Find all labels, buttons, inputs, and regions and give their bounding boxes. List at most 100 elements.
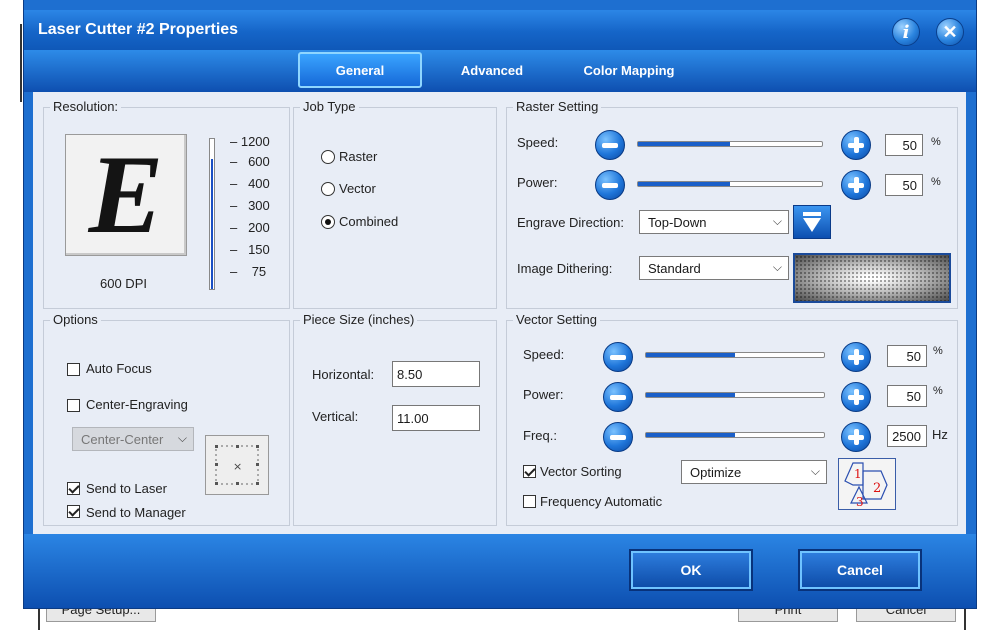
piece-size-group: Piece Size (inches) Horizontal: 8.50 Ver… <box>293 312 497 526</box>
center-position-value: Center-Center <box>81 431 164 447</box>
send-to-manager-label: Send to Manager <box>86 505 186 520</box>
vector-sorting-label: Vector Sorting <box>540 464 622 479</box>
raster-power-slider[interactable] <box>637 181 823 187</box>
engrave-direction-select[interactable]: Top-Down ⌵ <box>639 210 789 234</box>
options-group: Options Auto Focus Center-Engraving Cent… <box>43 312 290 526</box>
vector-sorting-select[interactable]: Optimize ⌵ <box>681 460 827 484</box>
center-engraving-checkbox[interactable] <box>67 399 80 412</box>
engrave-direction-button[interactable] <box>793 205 831 239</box>
vector-sorting-order-button[interactable]: 1 2 3 <box>838 458 896 510</box>
center-position-select[interactable]: Center-Center ⌵ <box>72 427 194 451</box>
vector-radio-label: Vector <box>339 181 376 196</box>
vector-sorting-value: Optimize <box>690 464 742 480</box>
raster-radio[interactable] <box>321 150 335 164</box>
frequency-automatic-checkbox[interactable] <box>523 495 536 508</box>
auto-focus-checkbox[interactable] <box>67 363 80 376</box>
vector-freq-input[interactable]: 2500 <box>887 425 927 447</box>
resolution-level: 1200 <box>240 134 270 149</box>
job-type-group-label: Job Type <box>300 99 359 114</box>
raster-speed-input[interactable]: 50 <box>885 134 923 156</box>
send-to-manager-checkbox[interactable] <box>67 505 80 518</box>
sort-order-icon: 1 2 3 <box>844 462 888 509</box>
vector-power-slider[interactable] <box>645 392 825 398</box>
dialog-title: Laser Cutter #2 Properties <box>38 21 239 38</box>
dialog-footer: OK Cancel <box>24 534 976 608</box>
frequency-automatic-label: Frequency Automatic <box>540 494 663 509</box>
tab-bar: General Advanced Color Mapping <box>24 50 976 92</box>
vector-speed-unit: % <box>933 345 943 357</box>
vector-power-unit: % <box>933 385 943 397</box>
send-to-laser-label: Send to Laser <box>86 481 167 496</box>
raster-speed-label: Speed: <box>517 135 559 150</box>
vector-speed-input[interactable]: 50 <box>887 345 927 367</box>
vector-speed-increase-button[interactable] <box>841 342 871 372</box>
vector-power-decrease-button[interactable] <box>603 382 633 412</box>
vertical-input[interactable]: 11.00 <box>392 405 480 431</box>
horizontal-input[interactable]: 8.50 <box>392 361 480 387</box>
vector-power-input[interactable]: 50 <box>887 385 927 407</box>
vector-speed-value: 50 <box>906 348 921 364</box>
resolution-level: 400 <box>248 176 270 191</box>
raster-power-value: 50 <box>902 177 917 193</box>
vector-setting-group: Vector Setting Speed: 50 % Power: 50 % F… <box>506 312 958 526</box>
send-to-laser-checkbox[interactable] <box>67 482 80 495</box>
svg-text:3: 3 <box>856 495 864 509</box>
svg-text:1: 1 <box>854 467 862 481</box>
close-icon[interactable]: ✕ <box>936 18 964 46</box>
general-tab-content: Resolution: E 600 DPI – 1200 – 600 – 400… <box>33 92 966 534</box>
tab-color-mapping[interactable]: Color Mapping <box>566 52 692 88</box>
center-position-button[interactable]: × <box>205 435 269 495</box>
svg-text:×: × <box>233 460 242 473</box>
vector-speed-slider[interactable] <box>645 352 825 358</box>
vector-speed-slider-fill <box>646 353 735 357</box>
resolution-level: 75 <box>251 264 267 279</box>
resolution-group: Resolution: E 600 DPI – 1200 – 600 – 400… <box>43 99 290 309</box>
tab-advanced-label: Advanced <box>460 62 524 78</box>
resolution-current-dpi: 600 DPI <box>100 276 147 291</box>
tab-advanced[interactable]: Advanced <box>442 52 542 88</box>
vector-radio[interactable] <box>321 182 335 196</box>
raster-power-decrease-button[interactable] <box>595 170 625 200</box>
raster-speed-slider[interactable] <box>637 141 823 147</box>
resolution-level: 200 <box>248 220 270 235</box>
vector-sorting-checkbox[interactable] <box>523 465 536 478</box>
dithering-pattern <box>795 255 949 301</box>
image-dithering-label: Image Dithering: <box>517 261 613 276</box>
raster-power-increase-button[interactable] <box>841 170 871 200</box>
chevron-down-icon: ⌵ <box>177 431 187 445</box>
resolution-slider[interactable] <box>209 138 215 290</box>
info-icon[interactable]: i <box>892 18 920 46</box>
vector-freq-value: 2500 <box>892 428 921 444</box>
vector-freq-slider-fill <box>646 433 735 437</box>
engrave-direction-value: Top-Down <box>648 214 707 230</box>
raster-power-input[interactable]: 50 <box>885 174 923 196</box>
cancel-button[interactable]: Cancel <box>798 549 922 591</box>
raster-power-unit: % <box>931 176 941 188</box>
raster-speed-unit: % <box>931 136 941 148</box>
tab-color-mapping-label: Color Mapping <box>583 62 675 78</box>
preview-letter: E <box>88 133 164 257</box>
image-dithering-value: Standard <box>648 260 701 276</box>
resolution-preview: E <box>65 134 187 256</box>
tab-general[interactable]: General <box>298 52 422 88</box>
image-dithering-select[interactable]: Standard ⌵ <box>639 256 789 280</box>
horizontal-label: Horizontal: <box>312 367 375 382</box>
chevron-down-icon: ⌵ <box>810 464 820 478</box>
resolution-level: 600 <box>248 154 270 169</box>
raster-speed-decrease-button[interactable] <box>595 130 625 160</box>
raster-radio-label: Raster <box>339 149 378 164</box>
vector-power-label: Power: <box>523 387 564 402</box>
raster-speed-increase-button[interactable] <box>841 130 871 160</box>
vector-power-value: 50 <box>906 388 921 404</box>
vector-speed-decrease-button[interactable] <box>603 342 633 372</box>
combined-radio[interactable] <box>321 215 335 229</box>
vector-freq-increase-button[interactable] <box>841 422 871 452</box>
vector-power-increase-button[interactable] <box>841 382 871 412</box>
center-engraving-label: Center-Engraving <box>86 397 188 412</box>
piece-size-group-label: Piece Size (inches) <box>300 312 418 327</box>
vector-freq-decrease-button[interactable] <box>603 422 633 452</box>
dithering-preview <box>793 253 951 303</box>
ok-button[interactable]: OK <box>629 549 753 591</box>
raster-power-label: Power: <box>517 175 558 190</box>
vector-freq-slider[interactable] <box>645 432 825 438</box>
